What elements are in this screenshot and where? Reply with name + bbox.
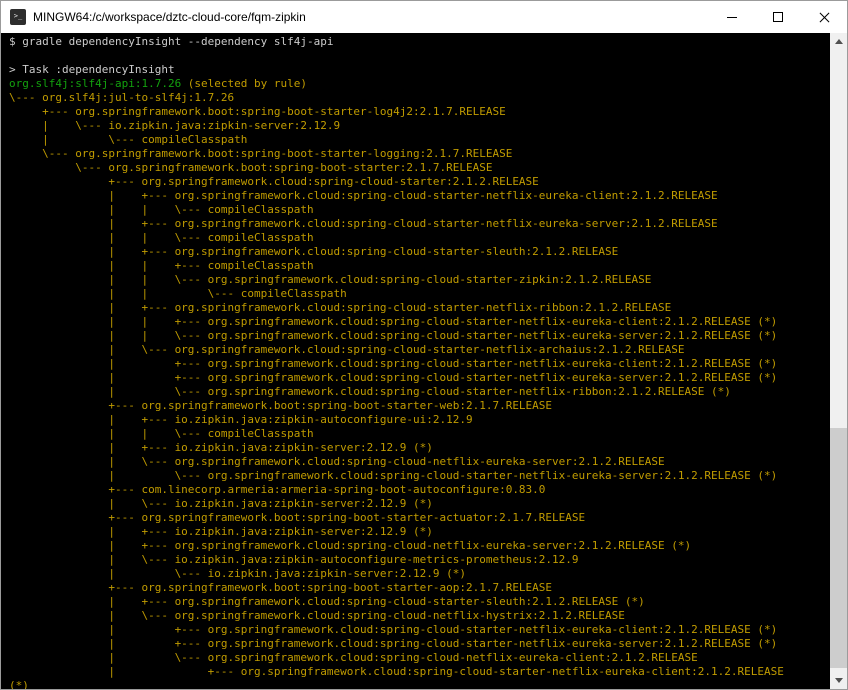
scrollbar[interactable] xyxy=(830,33,847,689)
maximize-button[interactable] xyxy=(755,1,801,33)
terminal-line: | \--- io.zipkin.java:zipkin-server:2.12… xyxy=(9,119,341,132)
terminal-line: $ gradle dependencyInsight --dependency … xyxy=(9,35,334,48)
terminal-line: | | \--- org.springframework.cloud:sprin… xyxy=(9,329,778,342)
window-controls xyxy=(709,1,847,33)
scrollbar-up-button[interactable] xyxy=(830,33,847,50)
terminal-line: | \--- io.zipkin.java:zipkin-server:2.12… xyxy=(9,567,466,580)
terminal-line: +--- org.springframework.boot:spring-boo… xyxy=(9,581,553,594)
terminal-line: | \--- org.springframework.cloud:spring-… xyxy=(9,609,625,622)
terminal-line: | +--- org.springframework.cloud:spring-… xyxy=(9,189,718,202)
terminal-line: | \--- org.springframework.cloud:spring-… xyxy=(9,455,665,468)
terminal-line: > Task :dependencyInsight xyxy=(9,63,175,76)
terminal-line: | +--- org.springframework.cloud:spring-… xyxy=(9,245,619,258)
terminal-line: | +--- org.springframework.cloud:spring-… xyxy=(9,217,718,230)
terminal-line: | \--- org.springframework.cloud:spring-… xyxy=(9,385,731,398)
terminal-line: \--- org.springframework.boot:spring-boo… xyxy=(9,147,513,160)
terminal-line: | | \--- compileClasspath xyxy=(9,287,347,300)
terminal-line: | \--- org.springframework.cloud:spring-… xyxy=(9,651,698,664)
terminal-line: | | \--- compileClasspath xyxy=(9,231,314,244)
triangle-down-icon xyxy=(834,678,843,683)
terminal-line: | \--- org.springframework.cloud:spring-… xyxy=(9,469,778,482)
terminal-line: | +--- org.springframework.cloud:spring-… xyxy=(9,301,672,314)
minimize-button[interactable] xyxy=(709,1,755,33)
terminal-line: +--- org.springframework.boot:spring-boo… xyxy=(9,511,586,524)
triangle-up-icon xyxy=(834,39,843,44)
terminal-line: | +--- org.springframework.cloud:spring-… xyxy=(9,665,784,678)
terminal-line: | +--- org.springframework.cloud:spring-… xyxy=(9,595,645,608)
mintty-app-icon: >_ xyxy=(10,9,26,25)
terminal-line: | +--- org.springframework.cloud:spring-… xyxy=(9,623,778,636)
close-icon xyxy=(818,11,831,24)
terminal-line: | +--- io.zipkin.java:zipkin-server:2.12… xyxy=(9,525,433,538)
terminal-line: | | \--- compileClasspath xyxy=(9,203,314,216)
minimize-icon xyxy=(727,16,737,18)
terminal-line: | +--- org.springframework.cloud:spring-… xyxy=(9,371,778,384)
window-title: MINGW64:/c/workspace/dztc-cloud-core/fqm… xyxy=(33,10,306,24)
scrollbar-thumb[interactable] xyxy=(830,428,847,668)
terminal-line: +--- com.linecorp.armeria:armeria-spring… xyxy=(9,483,546,496)
terminal-area: $ gradle dependencyInsight --dependency … xyxy=(1,33,847,689)
terminal-line: (*) xyxy=(9,679,29,689)
terminal-output[interactable]: $ gradle dependencyInsight --dependency … xyxy=(1,33,830,689)
terminal-line: | \--- io.zipkin.java:zipkin-server:2.12… xyxy=(9,497,433,510)
terminal-line: \--- org.springframework.boot:spring-boo… xyxy=(9,161,493,174)
terminal-line: | | \--- compileClasspath xyxy=(9,427,314,440)
maximize-icon xyxy=(773,12,783,22)
terminal-line: | \--- org.springframework.cloud:spring-… xyxy=(9,343,685,356)
terminal-line: | \--- compileClasspath xyxy=(9,133,248,146)
scrollbar-down-button[interactable] xyxy=(830,672,847,689)
terminal-line: | | \--- org.springframework.cloud:sprin… xyxy=(9,273,652,286)
terminal-line: org.slf4j:slf4j-api:1.7.26 (selected by … xyxy=(9,77,308,90)
terminal-line: +--- org.springframework.boot:spring-boo… xyxy=(9,399,553,412)
titlebar[interactable]: >_ MINGW64:/c/workspace/dztc-cloud-core/… xyxy=(1,1,847,33)
terminal-line: | +--- org.springframework.cloud:spring-… xyxy=(9,637,778,650)
close-button[interactable] xyxy=(801,1,847,33)
terminal-line: +--- org.springframework.cloud:spring-cl… xyxy=(9,175,539,188)
terminal-line: | +--- org.springframework.cloud:spring-… xyxy=(9,357,778,370)
terminal-line: | +--- io.zipkin.java:zipkin-server:2.12… xyxy=(9,441,433,454)
terminal-line: | +--- io.zipkin.java:zipkin-autoconfigu… xyxy=(9,413,473,426)
terminal-line: | | +--- org.springframework.cloud:sprin… xyxy=(9,315,778,328)
terminal-line: | \--- io.zipkin.java:zipkin-autoconfigu… xyxy=(9,553,579,566)
mintty-terminal-window: >_ MINGW64:/c/workspace/dztc-cloud-core/… xyxy=(0,0,848,690)
terminal-line: +--- org.springframework.boot:spring-boo… xyxy=(9,105,506,118)
terminal-line: \--- org.slf4j:jul-to-slf4j:1.7.26 xyxy=(9,91,235,104)
terminal-line: | +--- org.springframework.cloud:spring-… xyxy=(9,539,692,552)
terminal-line: | | +--- compileClasspath xyxy=(9,259,314,272)
